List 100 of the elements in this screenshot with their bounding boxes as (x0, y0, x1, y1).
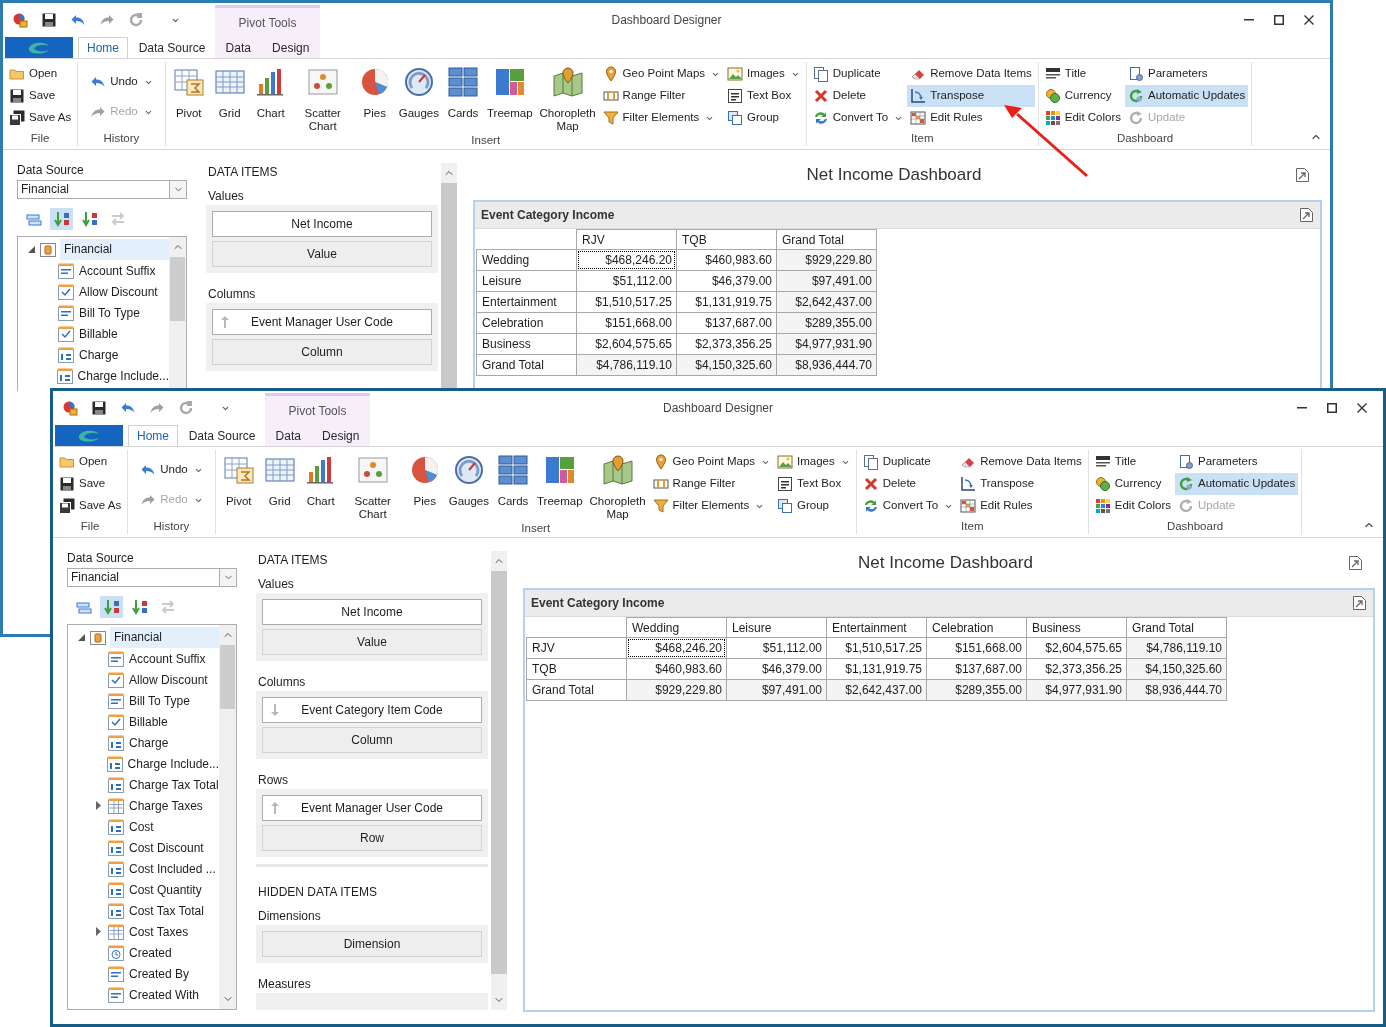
ribbon-button[interactable]: Group (724, 107, 803, 129)
tree-item[interactable]: Created (129, 943, 172, 962)
ribbon-button[interactable]: Transpose (957, 473, 1085, 495)
ribbon-button[interactable]: Geo Point Maps (649, 451, 774, 473)
placeholder-item[interactable]: Value (212, 241, 432, 267)
ribbon-button[interactable]: Gauges (445, 451, 492, 521)
ribbon-tab[interactable]: Home (78, 37, 128, 58)
ribbon-button[interactable]: Save (56, 473, 125, 495)
export-icon[interactable] (1352, 595, 1367, 611)
placeholder-item[interactable]: Dimension (262, 931, 482, 957)
ribbon-button[interactable]: Text Box (774, 473, 853, 495)
ribbon-button[interactable]: Delete (859, 473, 957, 495)
ribbon-button[interactable]: Remove Data Items (957, 451, 1085, 473)
export-icon[interactable] (1295, 167, 1310, 183)
export-icon[interactable] (1299, 207, 1314, 223)
ribbon-button[interactable]: Title (1041, 63, 1125, 85)
ribbon-button[interactable]: Cards (443, 63, 483, 133)
ribbon-tab[interactable]: Data (221, 37, 255, 58)
export-icon[interactable] (1348, 555, 1363, 571)
ribbon-button[interactable]: Geo Point Maps (599, 63, 724, 85)
ribbon-button[interactable]: Save As (6, 107, 75, 129)
tree-item[interactable]: Created By (129, 964, 190, 983)
ribbon-tab[interactable]: Data Source (183, 425, 261, 446)
tree-item[interactable]: Billable (79, 324, 118, 343)
placeholder-item[interactable]: Value (262, 629, 482, 655)
sort-up-icon[interactable] (270, 802, 280, 814)
ribbon-button[interactable]: Undo (87, 71, 156, 93)
placeholder-item[interactable]: Row (262, 825, 482, 851)
ribbon-button[interactable]: Grid (209, 63, 250, 133)
tree-item[interactable]: Cost Tax Total (129, 901, 204, 920)
tree-item[interactable]: Charge (129, 733, 169, 752)
ribbon-button[interactable]: Pivot (218, 451, 259, 521)
ribbon-tab[interactable]: Home (128, 425, 178, 446)
toolbar-button[interactable] (100, 596, 123, 618)
ribbon-button[interactable]: Duplicate (859, 451, 957, 473)
tree-item[interactable]: Created With (129, 985, 200, 1004)
ribbon-button[interactable]: Undo (137, 459, 206, 481)
ribbon-button[interactable]: Scatter Chart (291, 63, 354, 133)
data-item[interactable]: Net Income (262, 599, 482, 625)
ribbon-button[interactable]: Cards (493, 451, 533, 521)
collapsed-arrow-icon[interactable] (95, 801, 101, 810)
ribbon-button[interactable]: Chart (300, 451, 341, 521)
toolbar-button[interactable] (50, 208, 73, 230)
ribbon-button[interactable]: Remove Data Items (907, 63, 1035, 85)
ribbon-button[interactable]: Save (6, 85, 75, 107)
data-item[interactable]: Event Manager User Code (262, 795, 482, 821)
app-menu-button[interactable] (55, 425, 123, 446)
tree-item[interactable]: Bill To Type (129, 691, 190, 710)
ribbon-button[interactable]: Edit Colors (1091, 495, 1175, 517)
ribbon-button[interactable]: Grid (259, 451, 300, 521)
ribbon-button[interactable]: Gauges (395, 63, 442, 133)
ribbon-button[interactable]: Transpose (907, 85, 1035, 107)
ribbon-button[interactable]: Convert To (809, 107, 907, 129)
tree-item[interactable]: Charge Tax Total (129, 775, 219, 794)
ribbon-button[interactable]: Images (774, 451, 853, 473)
ribbon-tab[interactable]: Design (268, 37, 314, 58)
data-item[interactable]: Net Income (212, 211, 432, 237)
tree-item[interactable]: Allow Discount (79, 282, 158, 301)
tree-item[interactable]: Cost Included ... (129, 859, 216, 878)
tree-item[interactable]: Financial (110, 627, 219, 648)
data-item[interactable]: Event Category Item Code (262, 697, 482, 723)
ribbon-button[interactable]: Chart (250, 63, 291, 133)
sort-up-icon[interactable] (220, 316, 230, 328)
app-menu-button[interactable] (5, 37, 73, 58)
ribbon-tab[interactable]: Design (318, 425, 364, 446)
placeholder-item[interactable]: Column (262, 727, 482, 753)
ribbon-button[interactable]: Choropleth Map (536, 63, 599, 133)
ribbon-button[interactable]: Images (724, 63, 803, 85)
ribbon-button[interactable]: Automatic Updates (1125, 85, 1249, 107)
ribbon-button[interactable]: Group (774, 495, 853, 517)
tree-item[interactable]: Cost (129, 817, 154, 836)
collapsed-arrow-icon[interactable] (95, 927, 101, 936)
ribbon-tab[interactable]: Data Source (133, 37, 211, 58)
data-source-dropdown[interactable]: Financial (67, 568, 237, 587)
ribbon-tab[interactable]: Data (271, 425, 305, 446)
ribbon-button[interactable]: Scatter Chart (341, 451, 404, 521)
ribbon-button[interactable]: Currency (1091, 473, 1175, 495)
ribbon-button[interactable]: Title (1091, 451, 1175, 473)
ribbon-button[interactable]: Range Filter (649, 473, 774, 495)
tree-item[interactable]: Account Suffix (79, 261, 156, 280)
ribbon-button[interactable]: Duplicate (809, 63, 907, 85)
data-item[interactable]: Event Manager User Code (212, 309, 432, 335)
tree-item[interactable]: Charge Include... (77, 366, 169, 385)
ribbon-button[interactable]: Treemap (484, 63, 536, 133)
ribbon-button[interactable]: Treemap (534, 451, 586, 521)
tree-item[interactable]: Allow Discount (129, 670, 208, 689)
sort-down-icon[interactable] (270, 704, 280, 716)
ribbon-button[interactable]: Open (56, 451, 125, 473)
ribbon-button[interactable]: Open (6, 63, 75, 85)
ribbon-button[interactable]: Filter Elements (599, 107, 724, 129)
tree-item[interactable]: Cost Quantity (129, 880, 202, 899)
ribbon-button[interactable]: Save As (56, 495, 125, 517)
placeholder-item[interactable]: Column (212, 339, 432, 365)
expanded-arrow-icon[interactable] (27, 246, 35, 253)
ribbon-button[interactable]: Parameters (1125, 63, 1249, 85)
ribbon-button[interactable]: Delete (809, 85, 907, 107)
ribbon-button[interactable]: Pies (404, 451, 445, 521)
tree-item[interactable]: Account Suffix (129, 649, 206, 668)
data-source-dropdown[interactable]: Financial (17, 180, 187, 199)
expanded-arrow-icon[interactable] (77, 634, 85, 641)
